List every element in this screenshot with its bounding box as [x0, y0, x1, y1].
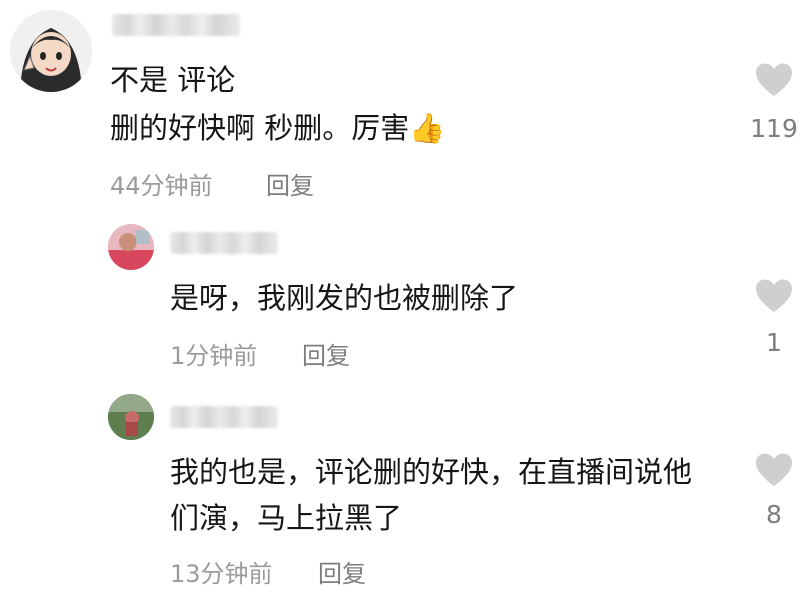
comment-text-line: 是呀，我刚发的也被删除了 — [170, 281, 519, 315]
avatar[interactable] — [108, 394, 154, 440]
avatar-photo — [108, 394, 154, 440]
username-redacted[interactable] — [170, 406, 278, 428]
reply-button[interactable]: 回复 — [302, 336, 350, 371]
heart-icon[interactable] — [754, 278, 794, 314]
reply-button[interactable]: 回复 — [318, 554, 366, 589]
comment-text-line: 们演，马上拉黑了 — [170, 501, 403, 535]
avatar-photo — [108, 224, 154, 270]
avatar-illustration — [10, 10, 92, 92]
reply-button[interactable]: 回复 — [266, 166, 314, 201]
comment-item: 不是 评论 删的好快啊 秒删。厉害👍 44分钟前 回复 119 — [0, 0, 802, 200]
heart-icon[interactable] — [754, 62, 794, 98]
reply-item: 是呀，我刚发的也被删除了 1分钟前 回复 1 — [0, 210, 802, 380]
like-count: 8 — [766, 500, 782, 529]
comment-time: 1分钟前 — [170, 342, 258, 370]
comment-time: 13分钟前 — [170, 560, 273, 588]
comment-text-line: 不是 评论 — [110, 63, 236, 97]
comment-time: 44分钟前 — [110, 172, 213, 200]
avatar[interactable] — [10, 10, 92, 92]
username-redacted[interactable] — [170, 232, 278, 254]
avatar[interactable] — [108, 224, 154, 270]
comment-text-line: 我的也是，评论删的好快，在直播间说他 — [170, 455, 693, 489]
like-count: 119 — [750, 114, 798, 143]
comment-text-line: 删的好快啊 秒删。厉害👍 — [110, 111, 446, 145]
like-count: 1 — [766, 328, 782, 357]
heart-icon[interactable] — [754, 452, 794, 488]
username-redacted[interactable] — [112, 14, 240, 36]
reply-item: 我的也是，评论删的好快，在直播间说他 们演，马上拉黑了 13分钟前 回复 8 — [0, 384, 802, 598]
